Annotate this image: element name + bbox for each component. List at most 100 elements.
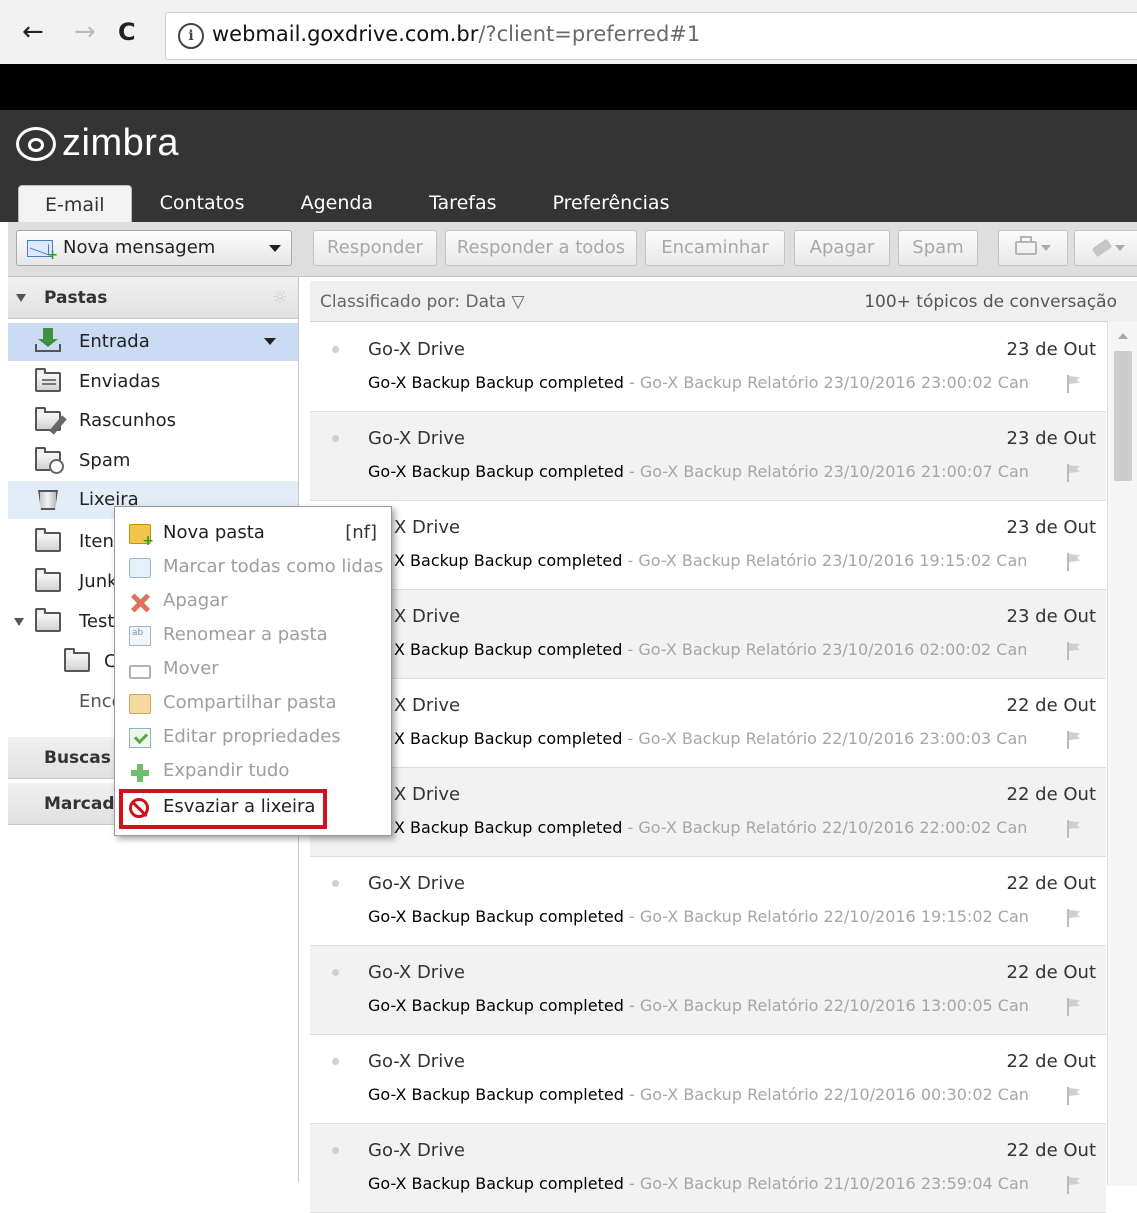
flag-icon[interactable] <box>1067 553 1081 571</box>
menu-item-label: Nova pasta <box>163 522 265 543</box>
chevron-down-icon[interactable] <box>269 245 281 252</box>
unread-dot-icon[interactable] <box>332 1147 339 1154</box>
menu-item-label: Editar propriedades <box>163 726 341 747</box>
reply-button[interactable]: Responder <box>313 230 437 266</box>
forward-button[interactable]: Encaminhar <box>645 230 785 266</box>
forward-arrow-icon[interactable]: → <box>74 14 96 50</box>
message-date: 22 de Out <box>1006 1140 1096 1161</box>
spam-button[interactable]: Spam <box>898 230 978 266</box>
menu-item-delete[interactable]: Apagar <box>115 585 391 619</box>
flag-icon[interactable] <box>1067 642 1081 660</box>
unread-dot-icon[interactable] <box>332 1058 339 1065</box>
message-row[interactable]: X Drive 23 de Out X Backup Backup complete… <box>310 590 1106 679</box>
tab-preferences[interactable]: Preferências <box>525 192 698 222</box>
reload-icon[interactable]: C <box>118 14 136 50</box>
back-arrow-icon[interactable]: ← <box>22 14 44 50</box>
message-row[interactable]: X Drive 23 de Out X Backup Backup complete… <box>310 501 1106 590</box>
message-subject: X Backup Backup completed <box>394 729 623 748</box>
folder-icon <box>35 568 61 592</box>
message-date: 23 de Out <box>1006 606 1096 627</box>
message-row[interactable]: Go-X Drive 23 de Out Go-X Backup Backup co… <box>310 323 1106 412</box>
message-fragment: - Go-X Backup Relatório 22/10/2016 22:00… <box>622 818 1028 837</box>
unread-dot-icon[interactable] <box>332 880 339 887</box>
print-button[interactable] <box>998 230 1068 266</box>
message-sender: X Drive <box>394 517 461 538</box>
message-row[interactable]: X Drive 22 de Out X Backup Backup complete… <box>310 768 1106 857</box>
message-subject-line: Go-X Backup Backup completed - Go-X Back… <box>368 907 1058 926</box>
expand-triangle-icon[interactable] <box>14 618 24 626</box>
message-row[interactable]: X Drive 22 de Out X Backup Backup complete… <box>310 679 1106 768</box>
message-row[interactable]: Go-X Drive 22 de Out Go-X Backup Backup co… <box>310 857 1106 946</box>
message-row[interactable]: Go-X Drive 22 de Out Go-X Backup Backup co… <box>310 1124 1106 1213</box>
sidebar-item-spam[interactable]: Spam <box>8 442 298 480</box>
tab-tasks[interactable]: Tarefas <box>401 192 524 222</box>
folders-header[interactable]: Pastas ☼ <box>8 277 298 319</box>
flag-icon[interactable] <box>1067 909 1081 927</box>
message-subject: Go-X Backup Backup completed <box>368 462 624 481</box>
flag-icon[interactable] <box>1067 375 1081 393</box>
flag-icon[interactable] <box>1067 464 1081 482</box>
message-subject-line: X Backup Backup completed - Go-X Backup … <box>394 729 1058 748</box>
sidebar-item-drafts[interactable]: Rascunhos <box>8 402 298 440</box>
message-subject: Go-X Backup Backup completed <box>368 1085 624 1104</box>
reply-all-button[interactable]: Responder a todos <box>445 230 637 266</box>
menu-item-move[interactable]: Mover <box>115 653 391 687</box>
sort-bar: Classificado por: Data ▽ 100+ tópicos de… <box>310 281 1137 322</box>
message-sender: Go-X Drive <box>368 339 465 360</box>
flag-icon[interactable] <box>1067 731 1081 749</box>
message-row[interactable]: Go-X Drive 23 de Out Go-X Backup Backup co… <box>310 412 1106 501</box>
new-message-button[interactable]: Nova mensagem <box>16 230 292 266</box>
tab-email[interactable]: E-mail <box>18 185 132 222</box>
tab-contacts[interactable]: Contatos <box>132 192 273 222</box>
tag-button[interactable] <box>1074 230 1137 266</box>
message-row[interactable]: Go-X Drive 22 de Out Go-X Backup Backup co… <box>310 1035 1106 1124</box>
menu-item-rename-folder[interactable]: Renomear a pasta <box>115 619 391 653</box>
menu-item-expand-all[interactable]: Expandir tudo <box>115 755 391 785</box>
flag-icon[interactable] <box>1067 998 1081 1016</box>
sort-selector[interactable]: Classificado por: Data ▽ <box>320 292 525 312</box>
message-date: 23 de Out <box>1006 428 1096 449</box>
message-date: 22 de Out <box>1006 1051 1096 1072</box>
message-subject-line: Go-X Backup Backup completed - Go-X Back… <box>368 462 1058 481</box>
flag-icon[interactable] <box>1067 1087 1081 1105</box>
unread-dot-icon[interactable] <box>332 435 339 442</box>
new-message-icon <box>27 240 58 263</box>
site-info-icon[interactable]: i <box>178 23 204 49</box>
message-row[interactable]: Go-X Drive 22 de Out Go-X Backup Backup co… <box>310 946 1106 1035</box>
menu-item-new-folder[interactable]: Nova pasta [nf] <box>115 517 391 551</box>
message-subject-line: Go-X Backup Backup completed - Go-X Back… <box>368 1174 1058 1193</box>
url-path: /?client=preferred#1 <box>478 22 701 46</box>
scrollbar[interactable] <box>1107 321 1137 1186</box>
menu-item-label: Renomear a pasta <box>163 624 328 645</box>
menu-item-label: Expandir tudo <box>163 760 290 781</box>
menu-shortcut: [nf] <box>345 522 377 543</box>
tab-calendar[interactable]: Agenda <box>273 192 402 222</box>
spam-folder-icon <box>35 447 64 474</box>
flag-icon[interactable] <box>1067 1176 1081 1194</box>
sidebar-item-inbox[interactable]: Entrada <box>8 323 298 361</box>
message-subject-line: X Backup Backup completed - Go-X Backup … <box>394 551 1058 570</box>
gear-icon[interactable]: ☼ <box>272 287 288 308</box>
delete-button[interactable]: Apagar <box>794 230 890 266</box>
rename-icon <box>129 626 151 646</box>
collapse-triangle-icon[interactable] <box>16 294 26 302</box>
message-date: 22 de Out <box>1006 695 1096 716</box>
scrollbar-thumb[interactable] <box>1114 351 1132 481</box>
zimbra-logo[interactable]: zimbra <box>16 122 179 165</box>
menu-item-share-folder[interactable]: Compartilhar pasta <box>115 687 391 721</box>
address-bar[interactable]: i webmail.goxdrive.com.br/?client=prefer… <box>165 12 1137 60</box>
message-subject: Go-X Backup Backup completed <box>368 907 624 926</box>
message-fragment: - Go-X Backup Relatório 22/10/2016 19:15… <box>623 907 1029 926</box>
unread-dot-icon[interactable] <box>332 969 339 976</box>
sidebar-item-sent[interactable]: Enviadas <box>8 363 298 401</box>
sidebar-item-label: Junk <box>79 571 118 592</box>
scroll-up-arrow-icon[interactable] <box>1118 333 1128 339</box>
chevron-down-icon[interactable] <box>264 338 276 345</box>
menu-item-edit-properties[interactable]: Editar propriedades <box>115 721 391 755</box>
menu-item-mark-all-read[interactable]: Marcar todas como lidas <box>115 551 391 585</box>
message-subject-line: X Backup Backup completed - Go-X Backup … <box>394 640 1058 659</box>
message-subject: Go-X Backup Backup completed <box>368 373 624 392</box>
unread-dot-icon[interactable] <box>332 346 339 353</box>
folders-title: Pastas <box>44 288 108 308</box>
flag-icon[interactable] <box>1067 820 1081 838</box>
